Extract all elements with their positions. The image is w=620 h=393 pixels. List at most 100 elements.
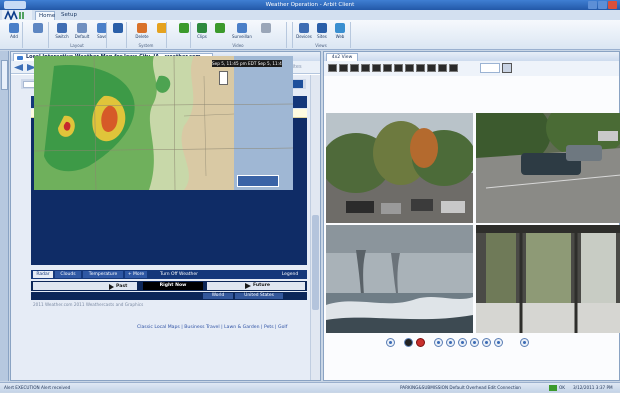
layout-3p4-icon[interactable] xyxy=(416,64,425,72)
layout-1p7-icon[interactable] xyxy=(383,64,392,72)
ribbon-button-label: Sites xyxy=(317,34,327,39)
ribbon-group-label xyxy=(106,43,126,49)
play-icon[interactable] xyxy=(458,338,467,347)
layout-1p5-icon[interactable] xyxy=(372,64,381,72)
ribbon-button-0[interactable]: Add xyxy=(4,22,24,42)
camera-feed-4[interactable] xyxy=(476,225,620,333)
ribbon-button-label: Delete xyxy=(135,34,149,39)
copyright-text: 2011 Weather.com 2011 Weathercasts and G… xyxy=(33,302,144,307)
temperature-button[interactable]: Temperature xyxy=(83,271,123,278)
trees-parking-image xyxy=(326,113,473,223)
layout-1p12-icon[interactable] xyxy=(394,64,403,72)
previous-icon[interactable] xyxy=(446,338,455,347)
dock-tab[interactable] xyxy=(1,60,8,90)
tab-home[interactable]: Home xyxy=(35,11,55,20)
ribbon-tab-row xyxy=(0,10,620,20)
leaf-icon xyxy=(179,23,189,33)
clouds-button[interactable]: Clouds xyxy=(55,271,81,278)
layout-2p8-icon[interactable] xyxy=(405,64,414,72)
add-icon xyxy=(9,23,19,33)
stop-icon[interactable] xyxy=(416,338,425,347)
maximize-button[interactable] xyxy=(598,1,607,9)
camera-icon xyxy=(261,23,271,33)
ribbon-group-label: System xyxy=(138,43,154,48)
ribbon-button-5[interactable] xyxy=(108,22,128,42)
ribbon-button-15[interactable]: Web xyxy=(330,22,350,42)
ribbon-button-10[interactable] xyxy=(210,22,230,42)
legend-link[interactable]: Legend xyxy=(277,271,303,278)
zoom-control[interactable] xyxy=(219,71,228,85)
switch-icon xyxy=(57,23,67,33)
camera-feed-1[interactable] xyxy=(326,113,473,223)
pause-icon[interactable] xyxy=(470,338,479,347)
camera-view-tab[interactable]: 4x2 View xyxy=(326,53,358,61)
right-now-button[interactable]: Right Now xyxy=(143,282,203,290)
ribbon-button-label: Surveillance xyxy=(232,34,252,39)
layout-wide-icon[interactable] xyxy=(427,64,436,72)
layout-1x1-icon[interactable] xyxy=(328,64,337,72)
page-scrollbar[interactable] xyxy=(310,75,320,380)
ribbon-button-label: Devices xyxy=(296,34,312,39)
united-states-button[interactable]: United States xyxy=(235,293,283,299)
parking-lot-image xyxy=(476,113,620,223)
ribbon-button-label: Web xyxy=(335,34,345,39)
status-bar: Alert EXECUTION Alert received PARKING&S… xyxy=(0,382,620,392)
world-button[interactable]: World xyxy=(203,293,233,299)
rewind-icon[interactable] xyxy=(434,338,443,347)
play-icon[interactable] xyxy=(245,283,251,289)
live-icon[interactable] xyxy=(520,338,529,347)
radar-button[interactable]: Radar xyxy=(33,271,53,278)
layout-2x2-icon[interactable] xyxy=(339,64,348,72)
clips-icon xyxy=(197,23,207,33)
ribbon-button-7[interactable] xyxy=(152,22,172,42)
map-timestamp: Sep 5, 11:45 pm EDT Sep 5, 11:45 am xyxy=(212,60,282,67)
close-button[interactable] xyxy=(608,1,617,9)
tornado-sea-image xyxy=(326,225,473,333)
ribbon-button-8[interactable] xyxy=(174,22,194,42)
ribbon-button-1[interactable] xyxy=(28,22,48,42)
minimize-button[interactable] xyxy=(588,1,597,9)
save-layout-icon[interactable] xyxy=(502,63,512,73)
devices-icon xyxy=(299,23,309,33)
turn-off-weather-link[interactable]: Turn Off Weather xyxy=(151,271,207,278)
back-arrow-icon[interactable] xyxy=(14,64,23,71)
surveillance-icon xyxy=(237,23,247,33)
playback-controls xyxy=(386,337,536,348)
camera-feed-2[interactable] xyxy=(476,113,620,223)
region-bar: World United States xyxy=(31,292,307,300)
layout-select[interactable] xyxy=(480,63,500,73)
radar-map-graphic xyxy=(34,56,293,190)
step-back-icon[interactable] xyxy=(386,338,395,347)
scroll-thumb[interactable] xyxy=(312,215,319,310)
lobby-image xyxy=(476,225,620,333)
ribbon-group-separator xyxy=(350,22,351,48)
weather-map[interactable] xyxy=(34,56,293,190)
footer-links[interactable]: Classic Local Maps | Business Travel | L… xyxy=(137,324,317,331)
play-icon[interactable] xyxy=(109,284,114,290)
layout-tall-icon[interactable] xyxy=(438,64,447,72)
ribbon-group-label: Video xyxy=(232,43,244,48)
ribbon-button-9[interactable]: Clips xyxy=(192,22,212,42)
more-button[interactable]: + More xyxy=(125,271,147,278)
ribbon-button-14[interactable]: Sites xyxy=(312,22,332,42)
ribbon-button-2[interactable]: Switch xyxy=(52,22,72,42)
camera-feed-3[interactable] xyxy=(326,225,473,333)
ribbon-group-label xyxy=(166,43,190,49)
record-icon[interactable] xyxy=(404,338,413,347)
ribbon-group-label: Views xyxy=(315,43,327,48)
fast-forward-icon[interactable] xyxy=(494,338,503,347)
app-menu-button[interactable] xyxy=(4,1,26,9)
sites-icon xyxy=(317,23,327,33)
ribbon-button-13[interactable]: Devices xyxy=(294,22,314,42)
future-control[interactable]: Future xyxy=(207,282,305,290)
past-control[interactable]: Past xyxy=(33,282,137,290)
layout-3x3-icon[interactable] xyxy=(350,64,359,72)
layout-custom-icon[interactable] xyxy=(449,64,458,72)
ribbon-button-12[interactable] xyxy=(256,22,276,42)
layout-4x4-icon[interactable] xyxy=(361,64,370,72)
next-icon[interactable] xyxy=(482,338,491,347)
tab-setup[interactable]: Setup xyxy=(58,11,80,20)
ribbon-button-6[interactable]: Delete xyxy=(132,22,152,42)
ribbon-button-11[interactable]: Surveillance xyxy=(232,22,252,42)
ribbon-button-3[interactable]: Default xyxy=(72,22,92,42)
